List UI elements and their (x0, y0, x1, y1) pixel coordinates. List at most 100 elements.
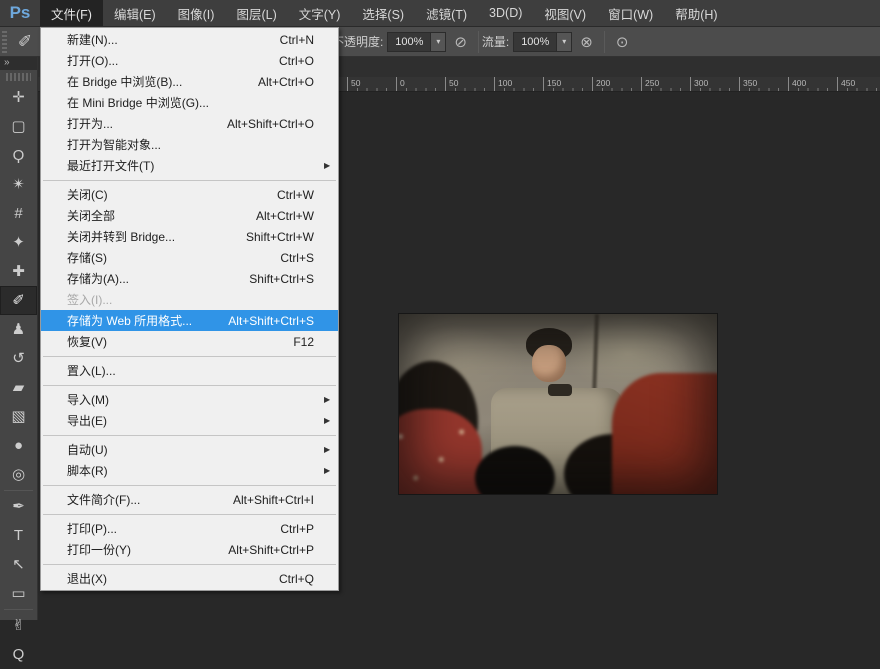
menu-view[interactable]: 视图(V) (533, 0, 597, 26)
file-menu-item[interactable]: 打开(O)... Ctrl+O (41, 50, 338, 71)
file-menu-item[interactable] (41, 352, 338, 360)
options-bar-grip (2, 31, 7, 53)
airbrush-icon[interactable]: ⊗ (580, 33, 593, 51)
file-menu-item[interactable] (41, 431, 338, 439)
clone-stamp-tool[interactable]: ♟ (0, 315, 37, 344)
tools-panel: » ✛ ▢ Ϙ ✴ # ✦ ✚ ✐ ♟ (0, 57, 38, 620)
file-menu-item[interactable]: 脚本(R) ▶ (41, 460, 338, 481)
file-menu-item[interactable] (41, 176, 338, 184)
file-menu-item[interactable]: 置入(L)... (41, 360, 338, 381)
ruler-segment: 0 (396, 77, 445, 92)
menu-select[interactable]: 选择(S) (351, 0, 415, 26)
submenu-arrow-icon: ▶ (324, 416, 338, 425)
menu-edit[interactable]: 编辑(E) (103, 0, 167, 26)
healing-brush-tool[interactable]: ✚ (0, 257, 37, 286)
file-menu-item[interactable]: 新建(N)... Ctrl+N (41, 29, 338, 50)
gradient-tool[interactable]: ▧ (0, 402, 37, 431)
submenu-arrow-icon: ▶ (324, 466, 338, 475)
file-menu-item[interactable]: 打开为智能对象... (41, 134, 338, 155)
toolbar-collapse-icon[interactable]: » (0, 57, 37, 70)
crop-tool[interactable]: # (0, 199, 37, 228)
menu-image[interactable]: 图像(I) (167, 0, 226, 26)
photoshop-logo: Ps (0, 0, 40, 26)
canvas-photo[interactable] (399, 314, 717, 494)
file-menu-item[interactable]: 退出(X) Ctrl+Q (41, 568, 338, 589)
file-menu-item[interactable]: 自动(U) ▶ (41, 439, 338, 460)
ruler-segment: 400 (788, 77, 837, 92)
file-menu-item[interactable]: 文件简介(F)... Alt+Shift+Ctrl+I (41, 489, 338, 510)
tool-group-separator (4, 609, 33, 610)
lasso-tool[interactable]: Ϙ (0, 141, 37, 170)
ruler-segment: 100 (494, 77, 543, 92)
file-menu-item[interactable]: 导入(M) ▶ (41, 389, 338, 410)
tool-preset-icon[interactable]: ✐ (12, 30, 38, 54)
hand-tool[interactable]: ✌ (0, 611, 37, 640)
eraser-tool[interactable]: ▰ (0, 373, 37, 402)
pen-tool[interactable]: ✒ (0, 492, 37, 521)
file-menu-item[interactable]: 打印一份(Y) Alt+Shift+Ctrl+P (41, 539, 338, 560)
flow-label: 流量: (482, 33, 509, 50)
file-menu-item[interactable]: 在 Mini Bridge 中浏览(G)... (41, 92, 338, 113)
zoom-tool[interactable]: Q (0, 640, 37, 669)
eyedropper-tool[interactable]: ✦ (0, 228, 37, 257)
ruler-segment: 50 (347, 77, 396, 92)
brush-tool[interactable]: ✐ (0, 286, 37, 315)
ruler-segment: 250 (641, 77, 690, 92)
file-menu-item[interactable]: 签入(I)... (41, 289, 338, 310)
rectangle-tool[interactable]: ▭ (0, 579, 37, 608)
ruler-segment: 300 (690, 77, 739, 92)
pressure-opacity-icon[interactable]: ⊘ (454, 33, 467, 51)
file-menu-item[interactable]: 存储(S) Ctrl+S (41, 247, 338, 268)
menu-help[interactable]: 帮助(H) (664, 0, 728, 26)
file-menu-item[interactable]: 关闭并转到 Bridge... Shift+Ctrl+W (41, 226, 338, 247)
file-menu-item[interactable]: 关闭全部 Alt+Ctrl+W (41, 205, 338, 226)
opacity-input[interactable]: 100% (387, 32, 431, 52)
file-menu-dropdown: 新建(N)... Ctrl+N 打开(O)... Ctrl+O 在 Bridge… (40, 27, 339, 591)
opacity-dropdown-icon[interactable]: ▾ (431, 32, 446, 52)
options-divider (478, 31, 479, 53)
tool-group-separator (4, 490, 33, 491)
blur-tool[interactable]: ● (0, 431, 37, 460)
file-menu-item[interactable] (41, 481, 338, 489)
opacity-label: 不透明度: (332, 33, 383, 50)
dodge-tool[interactable]: ◎ (0, 460, 37, 489)
file-menu-item[interactable] (41, 510, 338, 518)
file-menu-item[interactable]: 存储为(A)... Shift+Ctrl+S (41, 268, 338, 289)
flow-dropdown-icon[interactable]: ▾ (557, 32, 572, 52)
flow-input[interactable]: 100% (513, 32, 557, 52)
history-brush-tool[interactable]: ↺ (0, 344, 37, 373)
move-tool[interactable]: ✛ (0, 83, 37, 112)
ruler-segment: 350 (739, 77, 788, 92)
menu-window[interactable]: 窗口(W) (597, 0, 664, 26)
pressure-size-icon[interactable]: ⊙ (616, 33, 629, 51)
file-menu-item[interactable] (41, 560, 338, 568)
file-menu-item[interactable]: 打印(P)... Ctrl+P (41, 518, 338, 539)
options-divider (604, 31, 605, 53)
submenu-arrow-icon: ▶ (324, 445, 338, 454)
file-menu-item[interactable]: 恢复(V) F12 (41, 331, 338, 352)
file-menu-item[interactable]: 打开为... Alt+Shift+Ctrl+O (41, 113, 338, 134)
menu-file[interactable]: 文件(F) (40, 0, 103, 26)
rectangular-marquee-tool[interactable]: ▢ (0, 112, 37, 141)
file-menu-item[interactable]: 导出(E) ▶ (41, 410, 338, 431)
path-selection-tool[interactable]: ↖ (0, 550, 37, 579)
toolbar-grip (6, 73, 31, 81)
file-menu-item[interactable]: 在 Bridge 中浏览(B)... Alt+Ctrl+O (41, 71, 338, 92)
file-menu-item[interactable]: 存储为 Web 所用格式... Alt+Shift+Ctrl+S (41, 310, 338, 331)
file-menu-item[interactable] (41, 381, 338, 389)
menu-3d[interactable]: 3D(D) (478, 0, 533, 26)
menu-layer[interactable]: 图层(L) (225, 0, 287, 26)
menu-type[interactable]: 文字(Y) (288, 0, 352, 26)
type-tool[interactable]: T (0, 521, 37, 550)
ruler-segment: 150 (543, 77, 592, 92)
submenu-arrow-icon: ▶ (324, 395, 338, 404)
file-menu-item[interactable]: 最近打开文件(T) ▶ (41, 155, 338, 176)
ruler-segment: 200 (592, 77, 641, 92)
ruler-segment: 450 (837, 77, 880, 92)
file-menu-item[interactable]: 关闭(C) Ctrl+W (41, 184, 338, 205)
ruler-segment: 50 (445, 77, 494, 92)
photo-vignette (399, 314, 717, 494)
submenu-arrow-icon: ▶ (324, 161, 338, 170)
magic-wand-tool[interactable]: ✴ (0, 170, 37, 199)
menu-filter[interactable]: 滤镜(T) (415, 0, 478, 26)
